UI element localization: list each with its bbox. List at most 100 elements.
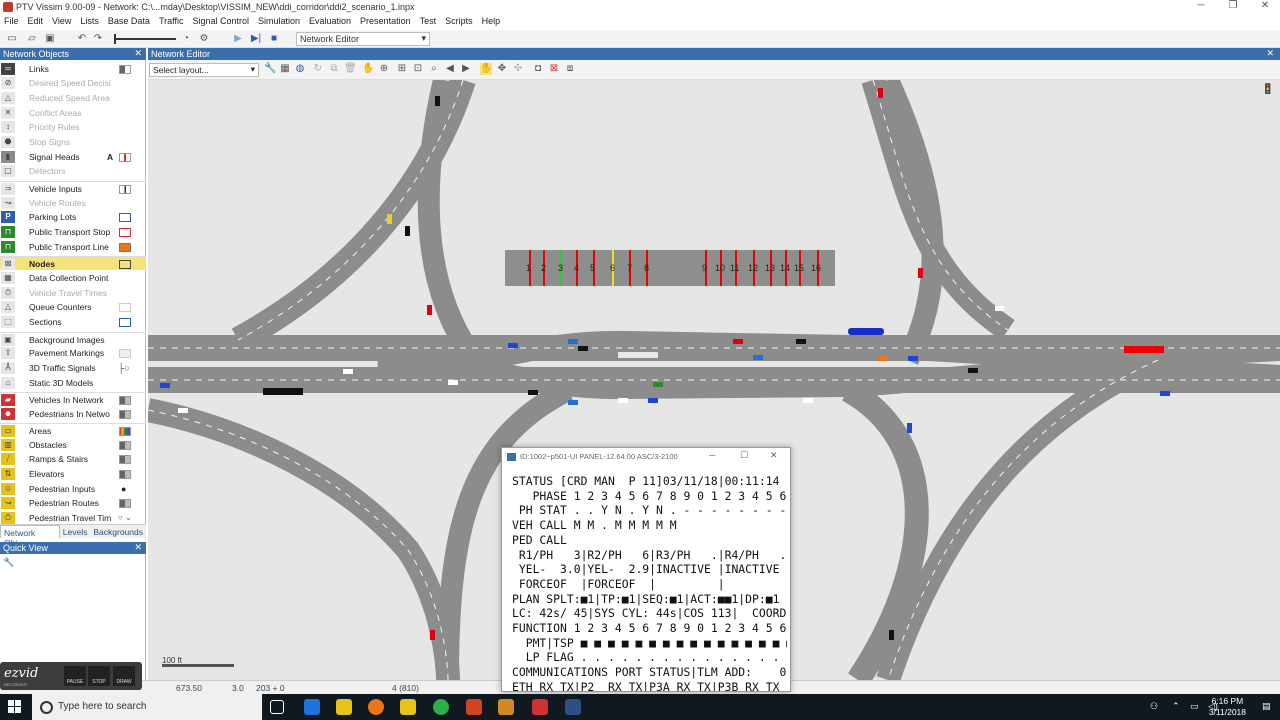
camera-icon[interactable]: ◘ bbox=[532, 63, 544, 75]
grid-icon[interactable]: ▦ bbox=[279, 63, 291, 75]
rotate-icon[interactable]: ↻ bbox=[312, 63, 324, 75]
network-object-desired-speed[interactable]: ⊘ Desired Speed Decisi bbox=[0, 76, 146, 90]
wrench-icon[interactable]: 🔧 bbox=[3, 557, 14, 568]
pt-line-style-swatch[interactable] bbox=[119, 243, 131, 252]
network-object-priority-rules[interactable]: ↕ Priority Rules bbox=[0, 120, 146, 134]
network-object-detectors[interactable]: ▢ Detectors bbox=[0, 164, 146, 178]
network-object-static-3d-models[interactable]: ⌂ Static 3D Models bbox=[0, 376, 146, 390]
network-icon[interactable]: ▭ bbox=[1190, 701, 1199, 712]
notifications-icon[interactable]: ▤ bbox=[1262, 701, 1271, 712]
ped-inputs-style-swatch[interactable]: ● bbox=[121, 482, 126, 496]
vehicle-inputs-style-swatch[interactable] bbox=[119, 185, 131, 194]
controller-panel-window[interactable]: ID:1002~p501-UI PANEL-12.64.00 ASC/3-210… bbox=[501, 447, 791, 692]
menu-edit[interactable]: Edit bbox=[24, 14, 49, 30]
chrome-icon[interactable] bbox=[433, 699, 449, 715]
links-style-swatch[interactable] bbox=[119, 65, 131, 74]
simulation-speed-slider[interactable] bbox=[114, 34, 176, 44]
taskbar-search-box[interactable]: Type here to search bbox=[32, 694, 262, 720]
play-icon[interactable]: ▶ bbox=[232, 33, 244, 45]
vehicles-style-swatch[interactable] bbox=[119, 396, 131, 405]
network-object-conflict-areas[interactable]: ✕ Conflict Areas bbox=[0, 106, 146, 120]
network-object-reduced-speed[interactable]: △ Reduced Speed Area bbox=[0, 91, 146, 105]
translate-icon[interactable]: ✥ bbox=[496, 63, 508, 75]
nodes-style-swatch[interactable] bbox=[119, 260, 131, 269]
network-object-sections[interactable]: ⬚ Sections bbox=[0, 315, 146, 329]
edge-icon[interactable] bbox=[304, 699, 320, 715]
menu-view[interactable]: View bbox=[48, 14, 76, 30]
menu-file[interactable]: File bbox=[0, 14, 24, 30]
menu-evaluation[interactable]: Evaluation bbox=[305, 14, 356, 30]
task-view-icon[interactable] bbox=[270, 700, 284, 714]
menu-lists[interactable]: Lists bbox=[76, 14, 104, 30]
vissim-taskbar-icon[interactable] bbox=[532, 699, 548, 715]
menu-traffic[interactable]: Traffic bbox=[155, 14, 189, 30]
network-object-elevators[interactable]: ⇅ Elevators bbox=[0, 467, 146, 481]
markings-style-swatch[interactable] bbox=[119, 349, 131, 358]
network-object-parking-lots[interactable]: P Parking Lots bbox=[0, 210, 146, 224]
network-object-pt-line[interactable]: ⊓ Public Transport Line bbox=[0, 240, 146, 254]
parking-style-swatch[interactable] bbox=[119, 213, 131, 222]
menu-simulation[interactable]: Simulation bbox=[254, 14, 305, 30]
windows-start-icon[interactable] bbox=[8, 700, 22, 714]
recorder-stop-button[interactable]: STOP bbox=[88, 666, 110, 686]
network-object-travel-times[interactable]: ⏱ Vehicle Travel Times bbox=[0, 286, 146, 300]
ped-routes-style-swatch[interactable] bbox=[119, 499, 131, 508]
network-object-signal-heads[interactable]: ▮ Signal Heads A bbox=[0, 150, 146, 164]
network-object-vehicle-routes[interactable]: ↝ Vehicle Routes bbox=[0, 196, 146, 210]
delete-icon[interactable]: 🗑 bbox=[344, 63, 357, 75]
media-player-icon[interactable] bbox=[400, 699, 416, 715]
taskbar-clock[interactable]: 6:16 PM 3/11/2018 bbox=[1209, 696, 1246, 718]
network-editor-close-icon[interactable]: ✕ bbox=[1266, 48, 1274, 59]
close-button[interactable]: ✕ bbox=[1250, 0, 1280, 11]
open-folder-icon[interactable]: ▱ bbox=[26, 33, 38, 45]
network-object-nodes[interactable]: ⊠ Nodes bbox=[0, 256, 146, 270]
app-icon[interactable] bbox=[498, 699, 514, 715]
speed-icon[interactable]: ◔ bbox=[180, 33, 192, 45]
save-icon[interactable]: ▣ bbox=[44, 33, 56, 45]
network-object-ramps-stairs[interactable]: ⧸ Ramps & Stairs bbox=[0, 452, 146, 466]
zoom-area-icon[interactable]: ⊕ bbox=[378, 63, 390, 75]
menu-scripts[interactable]: Scripts bbox=[441, 14, 478, 30]
hand-select-icon[interactable]: ✋ bbox=[480, 63, 492, 75]
copy-icon[interactable]: ⧉ bbox=[328, 63, 340, 75]
stop-icon[interactable]: ■ bbox=[268, 33, 280, 45]
pan-hand-icon[interactable]: ✋ bbox=[362, 63, 374, 75]
panel-close-icon[interactable]: ✕ bbox=[134, 48, 142, 59]
network-object-vehicle-inputs[interactable]: ⇒ Vehicle Inputs bbox=[0, 181, 146, 195]
settings-gear-icon[interactable]: ⚙ bbox=[198, 33, 210, 45]
menu-base-data[interactable]: Base Data bbox=[104, 14, 155, 30]
zoom-network-icon[interactable]: ⊡ bbox=[412, 63, 424, 75]
menu-presentation[interactable]: Presentation bbox=[356, 14, 416, 30]
wrench-icon[interactable]: 🔧 bbox=[264, 63, 276, 75]
sections-style-swatch[interactable] bbox=[119, 318, 131, 327]
network-object-background-images[interactable]: ▣ Background Images bbox=[0, 332, 146, 346]
network-object-pedestrian-routes[interactable]: ↝ Pedestrian Routes bbox=[0, 496, 146, 510]
network-object-stop-signs[interactable]: ⬣ Stop Signs bbox=[0, 135, 146, 149]
people-icon[interactable]: ⚇ bbox=[1150, 701, 1158, 712]
terminal-taskbar-icon[interactable] bbox=[565, 699, 581, 715]
network-object-queue-counters[interactable]: △ Queue Counters bbox=[0, 300, 146, 314]
areas-style-swatch[interactable] bbox=[119, 427, 131, 436]
back-arrow-icon[interactable]: ◀ bbox=[444, 63, 456, 75]
network-object-areas[interactable]: ▭ Areas bbox=[0, 423, 146, 437]
pedestrians-style-swatch[interactable] bbox=[119, 410, 131, 419]
editor-type-combo[interactable]: Network Editor bbox=[296, 32, 430, 46]
firefox-icon[interactable] bbox=[368, 699, 384, 715]
tab-network-objects[interactable]: Network Obj... bbox=[0, 525, 60, 548]
network-object-3d-signals[interactable]: Å 3D Traffic Signals ├○ bbox=[0, 361, 146, 375]
quick-view-close-icon[interactable]: ✕ bbox=[134, 542, 142, 553]
ramps-style-swatch[interactable] bbox=[119, 455, 131, 464]
queue-style-swatch[interactable] bbox=[119, 303, 131, 312]
recorder-draw-button[interactable]: DRAW bbox=[113, 666, 135, 686]
elevators-style-swatch[interactable] bbox=[119, 470, 131, 479]
menu-signal-control[interactable]: Signal Control bbox=[188, 14, 254, 30]
controller-terminal[interactable]: STATUS [CRD MAN P 11]03/11/18|00:11:14 P… bbox=[507, 471, 787, 691]
maximize-button[interactable]: ❐ bbox=[1218, 0, 1248, 11]
signal-heads-style-swatch[interactable] bbox=[119, 153, 131, 162]
tab-backgrounds[interactable]: Backgrounds bbox=[90, 525, 146, 538]
menu-test[interactable]: Test bbox=[416, 14, 442, 30]
redo-icon[interactable]: ↷ bbox=[92, 33, 104, 45]
tab-levels[interactable]: Levels bbox=[60, 525, 91, 538]
panel-maximize-button[interactable]: ☐ bbox=[740, 450, 748, 461]
zoom-all-icon[interactable]: ⊞ bbox=[396, 63, 408, 75]
